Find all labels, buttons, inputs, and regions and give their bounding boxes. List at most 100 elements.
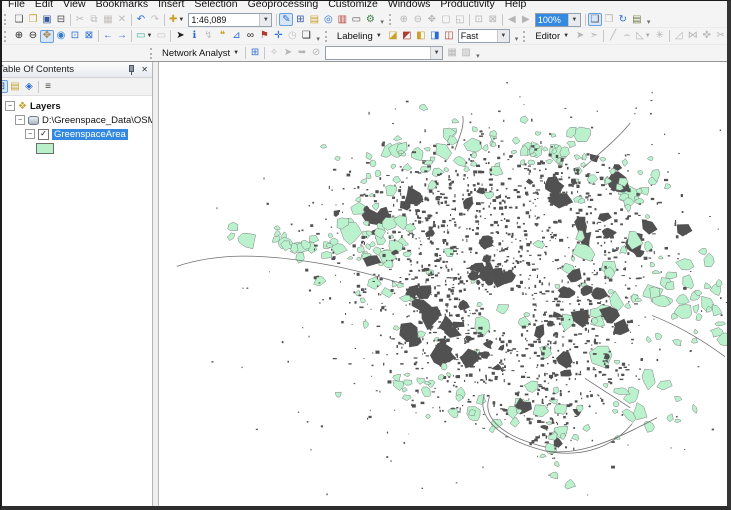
collapse-icon[interactable]	[25, 129, 35, 139]
label-priority-ranking-icon[interactable]: ◩	[400, 30, 414, 43]
go-to-xy-icon[interactable]: ✛	[271, 30, 285, 43]
undo-icon[interactable]: ↶	[134, 13, 148, 26]
label-engine-speed-combo[interactable]: Fast ▼	[457, 29, 510, 43]
auto-hide-pin-icon[interactable]	[127, 64, 135, 75]
menu-help[interactable]: Help	[500, 1, 532, 12]
toolbar-overflow[interactable]: ▾	[473, 53, 483, 61]
map-canvas[interactable]	[159, 62, 727, 506]
time-slider-icon: ◷	[288, 30, 297, 41]
toolbar-grip[interactable]	[150, 47, 155, 59]
toolbar-overflow[interactable]: ▾	[313, 36, 323, 44]
full-extent-icon[interactable]: ◉	[54, 30, 68, 43]
toolbar-row-2: ⊕ ⊖ ✥ ◉ ⊡ ⊠ ← → ▭ ▼ ▭ ➤ ℹ ↯ ❝ ⊿ ∞ ⚑ ✛ ◷ ❏ ▾ Labeling ▼ ◪ ◩ ◧ ◨ ◫ Fas…	[2, 27, 727, 44]
map-scale-combo[interactable]: 1:46,089 ▼	[188, 12, 273, 27]
menu-windows[interactable]: Windows	[383, 1, 436, 12]
label-manager-icon[interactable]: ◪	[386, 30, 400, 43]
layers-group-label[interactable]: Layers	[30, 101, 61, 112]
save-icon[interactable]: ▣	[40, 13, 54, 26]
identify-icon[interactable]: ℹ	[187, 30, 201, 43]
label-weight-ranking-icon[interactable]: ◧	[414, 30, 428, 43]
delete-icon: ✕	[117, 13, 127, 25]
layer-visibility-checkbox[interactable]: ✓	[38, 128, 49, 140]
network-dataset-combo[interactable]: ▼	[325, 46, 444, 60]
lock-labels-icon[interactable]: ◨	[428, 30, 442, 43]
select-features-icon[interactable]: ▭ ▼	[134, 30, 154, 43]
python-window-icon[interactable]: ▭	[349, 13, 363, 26]
tree-row-symbol[interactable]	[2, 141, 152, 155]
toolbar-overflow[interactable]: ▾	[644, 19, 654, 27]
menu-edit[interactable]: Edit	[30, 1, 58, 12]
focus-data-frame-icon[interactable]: ❑	[587, 13, 602, 26]
zoom-out-icon[interactable]: ⊖	[26, 30, 40, 43]
list-by-visibility-icon[interactable]: ◈	[22, 80, 36, 93]
collapse-icon[interactable]	[5, 101, 15, 111]
panel-splitter[interactable]	[152, 62, 159, 506]
html-popup-icon[interactable]: ❝	[215, 30, 229, 43]
toolbar-grip[interactable]	[4, 30, 9, 42]
toolbar-separator	[38, 80, 39, 93]
menu-selection[interactable]: Selection	[189, 1, 242, 12]
standard-toolbar: ❏ ❒ ▣ ⊟ ✂ ⧉ ▦ ✕ ↶ ↷ ✚ ▼ 1:46,089 ▼ ✎ ⊞ ▤ ◎ ▥ ▭ ⚙ ▾	[2, 12, 387, 27]
go-forward-extent-icon[interactable]: →	[115, 30, 129, 43]
cut-icon: ✂	[75, 13, 85, 25]
editor-menu[interactable]: Editor ▼	[531, 30, 573, 43]
search-window-icon[interactable]: ◎	[321, 13, 335, 26]
print-icon[interactable]: ⊟	[54, 13, 68, 26]
tree-row-data-source[interactable]: D:\Greenspace_Data\OSMM_Greenspa	[2, 113, 152, 127]
data-source-label[interactable]: D:\Greenspace_Data\OSMM_Greenspa	[42, 115, 152, 126]
close-icon[interactable]: ✕	[140, 65, 149, 74]
find-icon[interactable]: ∞	[243, 30, 257, 43]
measure-icon[interactable]: ⊿	[229, 30, 243, 43]
viewer-window-icon[interactable]: ❏	[299, 30, 313, 43]
toolbar-overflow[interactable]: ▾	[377, 19, 387, 27]
toc-toolbar: ⊟▤◈≡	[2, 78, 152, 96]
barriers-icon: ⊘	[311, 47, 321, 58]
toolbar-grip[interactable]	[4, 14, 9, 25]
fixed-zoom-in-icon[interactable]: ⊡	[68, 30, 82, 43]
add-data-icon[interactable]: ✚ ▼	[167, 13, 186, 26]
catalog-window-icon[interactable]: ▤	[307, 13, 321, 26]
change-layout-icon[interactable]: ↻	[616, 13, 630, 26]
open-folder-icon[interactable]: ❒	[26, 13, 40, 26]
menu-geoprocessing[interactable]: Geoprocessing	[243, 1, 324, 12]
find-route-icon[interactable]: ⚑	[257, 30, 271, 43]
new-document-icon[interactable]: ❏	[12, 13, 26, 26]
tree-row-layers[interactable]: ❖ Layers	[2, 99, 152, 113]
toolbar-grip[interactable]	[523, 30, 528, 42]
data-driven-pages-icon[interactable]: ▤	[630, 13, 644, 26]
table-of-contents-window-icon[interactable]: ⊞	[293, 13, 307, 26]
toolbar-separator	[264, 47, 266, 59]
pan-icon[interactable]: ✥	[40, 29, 54, 43]
labeling-menu[interactable]: Labeling ▼	[333, 30, 386, 43]
editor-toolbar-toggle-icon[interactable]: ✎	[279, 13, 294, 26]
select-elements-icon[interactable]: ➤	[173, 30, 187, 43]
list-by-source-icon[interactable]: ▤	[8, 80, 22, 93]
menu-bookmarks[interactable]: Bookmarks	[91, 1, 154, 12]
zoom-in-icon[interactable]: ⊕	[12, 30, 26, 43]
layer-name-label[interactable]: GreenspaceArea	[52, 128, 128, 140]
go-back-extent-icon[interactable]: ←	[101, 30, 115, 43]
toolbar-grip[interactable]	[324, 30, 330, 42]
menu-productivity[interactable]: Productivity	[435, 1, 499, 12]
toolbar-grip[interactable]	[388, 14, 394, 25]
fixed-zoom-out-icon[interactable]: ⊠	[82, 30, 96, 43]
menu-customize[interactable]: Customize	[323, 1, 383, 12]
layer-symbol-swatch[interactable]	[36, 142, 54, 154]
arctoolbox-icon[interactable]: ▥	[335, 13, 349, 26]
collapse-icon[interactable]	[15, 115, 25, 125]
pause-labeling-icon[interactable]: ◫	[442, 30, 456, 43]
network-analyst-window-icon[interactable]: ⊞	[248, 47, 262, 60]
menu-file[interactable]: File	[3, 1, 30, 12]
menu-insert[interactable]: Insert	[153, 1, 189, 12]
tree-row-layer[interactable]: ✓ GreenspaceArea	[2, 127, 152, 141]
network-analyst-menu[interactable]: Network Analyst ▼	[158, 47, 243, 60]
zoom-percent-combo[interactable]: 100% ▼	[534, 12, 581, 27]
map-svg	[159, 62, 727, 506]
hyperlink-icon: ↯	[204, 30, 213, 41]
menu-view[interactable]: View	[58, 1, 91, 12]
solve-icon: ➤	[283, 47, 293, 58]
modelbuilder-icon[interactable]: ⚙	[363, 13, 377, 26]
split-tool-icon: ✂	[716, 30, 725, 41]
toolbar-overflow[interactable]: ▾	[512, 36, 522, 44]
toc-options-icon[interactable]: ≡	[41, 80, 55, 93]
